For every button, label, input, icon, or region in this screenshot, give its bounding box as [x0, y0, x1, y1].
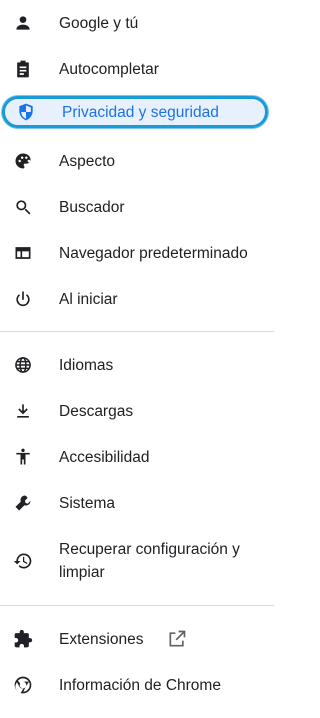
- browser-window-icon: [12, 242, 34, 264]
- menu-item-descargas[interactable]: Descargas: [0, 394, 274, 428]
- shield-icon: [15, 101, 37, 123]
- palette-icon: [12, 150, 34, 172]
- search-icon: [12, 196, 34, 218]
- menu-item-label: Aspecto: [59, 152, 116, 170]
- menu-item-label: Buscador: [59, 198, 125, 216]
- menu-item-al-iniciar[interactable]: Al iniciar: [0, 282, 274, 316]
- menu-item-label: Información de Chrome: [59, 676, 221, 694]
- menu-item-privacidad-y-seguridad[interactable]: Privacidad y seguridad: [2, 96, 268, 128]
- menu-item-label: Sistema: [59, 494, 115, 512]
- menu-item-label: Al iniciar: [59, 290, 118, 308]
- menu-item-label: Navegador predeterminado: [59, 244, 248, 262]
- globe-icon: [12, 354, 34, 376]
- menu-item-label: Extensiones: [59, 630, 144, 648]
- wrench-icon: [12, 492, 34, 514]
- menu-item-label: Descargas: [59, 402, 134, 420]
- menu-item-navegador-predeterminado[interactable]: Navegador predeterminado: [0, 236, 274, 270]
- menu-item-label: Accesibilidad: [59, 448, 150, 466]
- menu-item-autocompletar[interactable]: Autocompletar: [0, 52, 274, 86]
- menu-item-label: Google y tú: [59, 14, 139, 32]
- menu-item-aspecto[interactable]: Aspecto: [0, 144, 274, 178]
- menu-item-label: Autocompletar: [59, 60, 159, 78]
- accessibility-icon: [12, 446, 34, 468]
- menu-item-extensiones[interactable]: Extensiones: [0, 622, 274, 656]
- menu-divider: [0, 605, 274, 606]
- menu-item-label: Idiomas: [59, 356, 114, 374]
- menu-item-recuperar-configuracion[interactable]: Recuperar configuración y limpiar: [0, 533, 274, 589]
- menu-item-buscador[interactable]: Buscador: [0, 190, 274, 224]
- menu-item-label: Privacidad y seguridad: [62, 103, 219, 121]
- power-icon: [12, 288, 34, 310]
- menu-item-sistema[interactable]: Sistema: [0, 486, 274, 520]
- chrome-icon: [12, 674, 34, 696]
- menu-divider: [0, 331, 274, 332]
- menu-item-idiomas[interactable]: Idiomas: [0, 348, 274, 382]
- restore-icon: [12, 550, 34, 572]
- download-icon: [12, 400, 34, 422]
- menu-item-informacion-de-chrome[interactable]: Información de Chrome: [0, 668, 274, 702]
- menu-item-google-y-tu[interactable]: Google y tú: [0, 6, 274, 40]
- clipboard-icon: [12, 58, 34, 80]
- person-icon: [12, 12, 34, 34]
- menu-item-label: Recuperar configuración y limpiar: [59, 541, 240, 581]
- menu-item-accesibilidad[interactable]: Accesibilidad: [0, 440, 274, 474]
- puzzle-icon: [12, 628, 34, 650]
- open-in-new-icon: [167, 629, 187, 649]
